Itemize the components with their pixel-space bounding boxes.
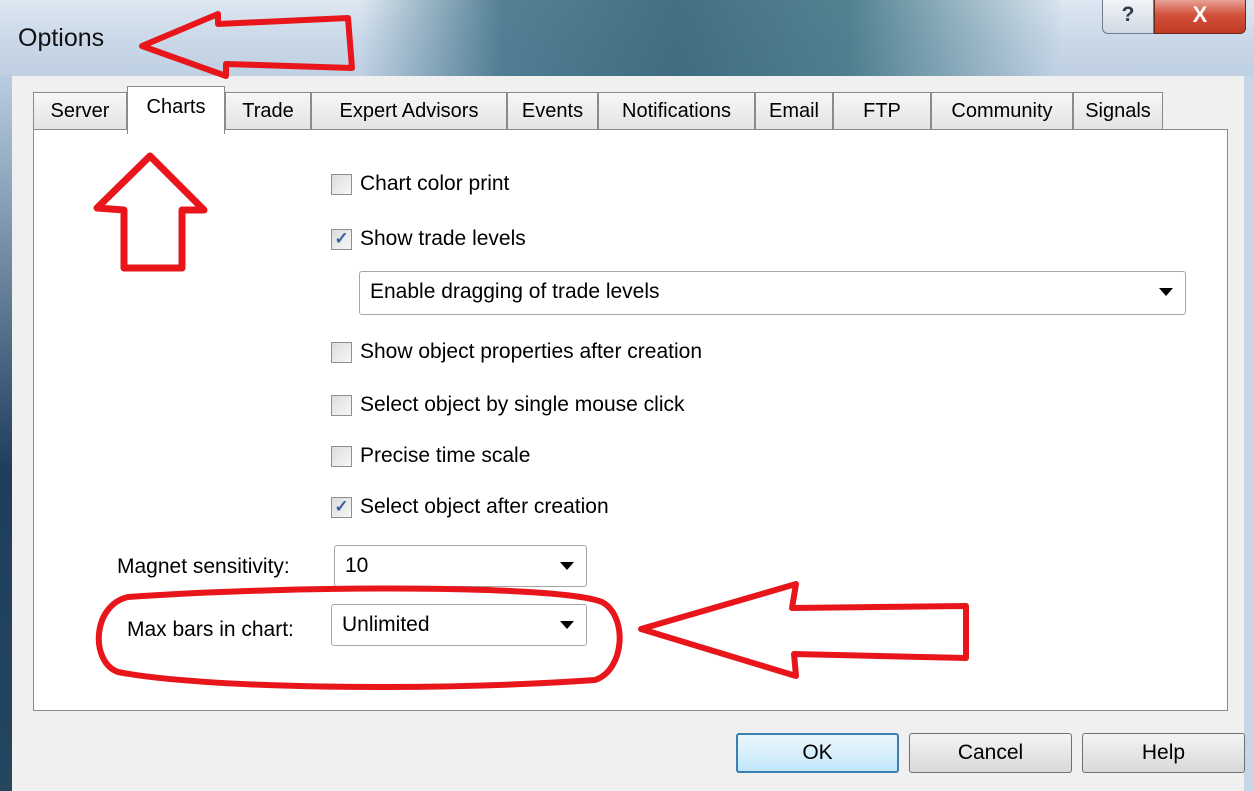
tab-server[interactable]: Server (33, 92, 127, 130)
show-object-properties-checkbox[interactable] (331, 341, 352, 363)
window-frame-left (0, 76, 12, 791)
chart-color-print-checkbox[interactable] (331, 173, 352, 195)
trade-levels-mode-select[interactable]: Enable dragging of trade levels (359, 271, 1186, 315)
magnet-sensitivity-label: Magnet sensitivity: (117, 555, 290, 578)
chart-color-print-label: Chart color print (360, 172, 510, 195)
select-after-creation-label: Select object after creation (360, 495, 609, 518)
max-bars-value: Unlimited (342, 613, 430, 636)
max-bars-label: Max bars in chart: (127, 618, 294, 641)
window-frame-right (1244, 76, 1254, 791)
tab-charts[interactable]: Charts (127, 86, 225, 134)
select-after-creation-option[interactable]: ✓ Select object after creation (331, 495, 609, 519)
show-object-properties-option[interactable]: Show object properties after creation (331, 340, 702, 364)
tab-signals[interactable]: Signals (1073, 92, 1163, 130)
precise-time-scale-option[interactable]: Precise time scale (331, 444, 530, 468)
title-bar-background (360, 0, 1060, 76)
select-after-creation-checkbox[interactable]: ✓ (331, 496, 352, 518)
tab-trade[interactable]: Trade (225, 92, 311, 130)
tab-events[interactable]: Events (507, 92, 598, 130)
tab-ftp[interactable]: FTP (833, 92, 931, 130)
max-bars-select[interactable]: Unlimited (331, 604, 587, 646)
precise-time-scale-label: Precise time scale (360, 444, 531, 467)
chevron-down-icon (560, 562, 574, 570)
title-bar: Options ? X (0, 0, 1254, 76)
tab-community[interactable]: Community (931, 92, 1073, 130)
ok-button[interactable]: OK (736, 733, 899, 773)
show-object-properties-label: Show object properties after creation (360, 340, 703, 363)
magnet-sensitivity-value: 10 (345, 554, 369, 577)
cancel-button[interactable]: Cancel (909, 733, 1072, 773)
select-single-click-checkbox[interactable] (331, 394, 352, 416)
tab-expert-advisors[interactable]: Expert Advisors (311, 92, 507, 130)
chevron-down-icon (1159, 288, 1173, 296)
trade-levels-mode-value: Enable dragging of trade levels (370, 280, 660, 303)
help-button[interactable]: Help (1082, 733, 1245, 773)
help-title-button[interactable]: ? (1102, 0, 1154, 34)
chevron-down-icon (560, 621, 574, 629)
tab-notifications[interactable]: Notifications (598, 92, 755, 130)
tab-email[interactable]: Email (755, 92, 833, 130)
close-button[interactable]: X (1154, 0, 1246, 34)
chart-color-print-option[interactable]: Chart color print (331, 172, 509, 196)
magnet-sensitivity-select[interactable]: 10 (334, 545, 587, 587)
precise-time-scale-checkbox[interactable] (331, 445, 352, 467)
select-single-click-option[interactable]: Select object by single mouse click (331, 393, 685, 417)
window-title: Options (18, 24, 105, 52)
show-trade-levels-checkbox[interactable]: ✓ (331, 228, 352, 250)
show-trade-levels-option[interactable]: ✓ Show trade levels (331, 227, 526, 251)
select-single-click-label: Select object by single mouse click (360, 393, 685, 416)
show-trade-levels-label: Show trade levels (360, 227, 526, 250)
